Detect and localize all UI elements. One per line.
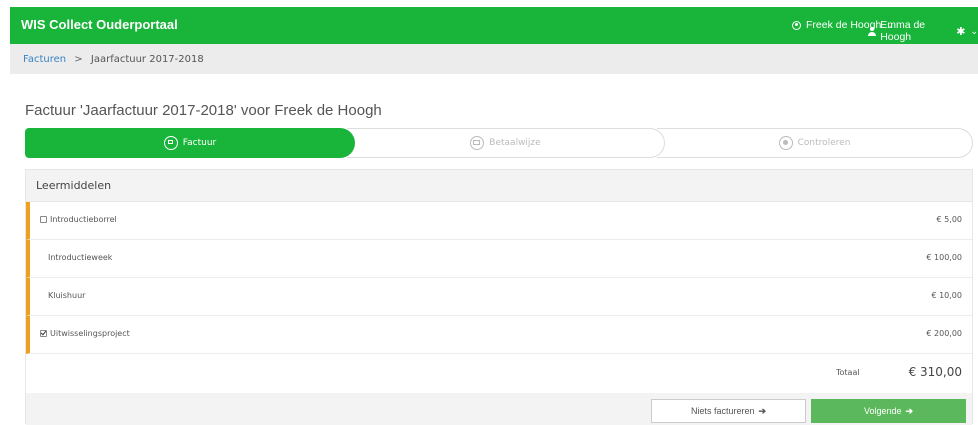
list-item-label-group: Introductieborrel xyxy=(40,215,117,224)
panel-header: Leermiddelen xyxy=(26,170,972,202)
arrow-right-icon: ➔ xyxy=(905,405,914,416)
item-label: Uitwisselingsproject xyxy=(50,329,130,338)
user-circle-icon xyxy=(792,20,801,30)
user-menu-label: Emma de Hoogh xyxy=(880,19,926,43)
skip-invoicing-button[interactable]: Niets factureren ➔ xyxy=(651,399,806,423)
step-label: Betaalwijze xyxy=(489,138,541,148)
eye-icon xyxy=(778,136,793,150)
item-label: Kluishuur xyxy=(48,291,86,300)
step-betaalwijze[interactable]: Betaalwijze xyxy=(347,128,665,158)
list-item[interactable]: Uitwisselingsproject € 200,00 xyxy=(26,316,972,354)
total-label: Totaal xyxy=(836,368,860,377)
chevron-down-icon: ⌄ xyxy=(970,25,978,36)
next-button[interactable]: Volgende ➔ xyxy=(811,399,966,423)
app-title[interactable]: WIS Collect Ouderportaal xyxy=(21,17,178,32)
panel-footer: Niets factureren ➔ Volgende ➔ xyxy=(26,393,972,425)
checkbox-checked[interactable] xyxy=(40,330,47,337)
user-menu-emma[interactable]: Emma de Hoogh ✱ ⌄ xyxy=(868,19,978,43)
item-amount: € 200,00 xyxy=(926,329,962,338)
total-value: € 310,00 xyxy=(908,365,962,379)
step-factuur[interactable]: Factuur xyxy=(25,128,355,158)
breadcrumb: Facturen > Jaarfactuur 2017-2018 xyxy=(10,44,978,74)
item-amount: € 10,00 xyxy=(931,291,962,300)
button-label: Volgende xyxy=(863,406,902,416)
top-navbar: WIS Collect Ouderportaal Freek de Hoogh … xyxy=(10,7,978,44)
breadcrumb-link-facturen[interactable]: Facturen xyxy=(23,54,66,65)
list-item[interactable]: Introductieborrel € 5,00 xyxy=(26,202,972,240)
gear-icon[interactable]: ✱ xyxy=(956,25,965,38)
list-item: Kluishuur € 10,00 xyxy=(26,278,972,316)
credit-card-icon xyxy=(470,136,485,150)
person-icon xyxy=(868,26,877,36)
list-item-label-group: Kluishuur xyxy=(48,291,85,300)
step-label: Controleren xyxy=(797,138,851,148)
panel-title: Leermiddelen xyxy=(36,179,112,192)
invoice-panel: Leermiddelen Introductieborrel € 5,00 In… xyxy=(25,169,973,425)
item-label: Introductieborrel xyxy=(50,215,117,224)
checkbox[interactable] xyxy=(40,216,47,223)
item-amount: € 100,00 xyxy=(926,253,962,262)
button-label: Niets factureren xyxy=(690,406,755,416)
total-row: Totaal € 310,00 xyxy=(26,353,972,393)
list-item: Introductieweek € 100,00 xyxy=(26,240,972,278)
list-item-label-group: Uitwisselingsproject xyxy=(40,329,130,338)
step-controleren[interactable]: Controleren xyxy=(657,128,973,158)
arrow-right-icon: ➔ xyxy=(758,405,767,416)
breadcrumb-current: Jaarfactuur 2017-2018 xyxy=(90,54,204,65)
list-item-label-group: Introductieweek xyxy=(48,253,112,262)
breadcrumb-separator: > xyxy=(74,54,83,65)
item-amount: € 5,00 xyxy=(936,215,962,224)
page-title: Factuur 'Jaarfactuur 2017-2018' voor Fre… xyxy=(25,102,382,119)
item-label: Introductieweek xyxy=(48,253,113,262)
cart-icon xyxy=(163,136,178,150)
wizard-steps: Betaalwijze Controleren Factuur xyxy=(25,128,973,158)
step-label: Factuur xyxy=(182,138,217,148)
